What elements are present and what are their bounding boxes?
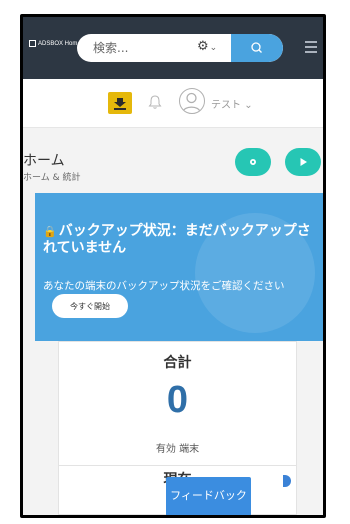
play-button[interactable] [285,148,321,176]
backup-watermark-icon [195,213,315,333]
total-devices-card: 合計 0 有効 端末 [58,341,297,466]
user-toolbar: テスト ⌄ [23,79,323,128]
search-icon [251,42,262,53]
user-menu[interactable]: テスト ⌄ [211,96,253,111]
start-now-button[interactable]: 今すぐ開始 [52,294,128,318]
backup-status-text: バックアップ状況：まだバックアップされていません [43,223,311,256]
play-icon [300,158,307,166]
gear-icon [250,159,256,165]
page-title: ホーム [23,153,65,169]
chevron-down-icon: ⌄ [209,43,218,53]
feedback-button[interactable]: フィードバック [166,477,251,515]
brand-icon [29,40,36,47]
search-input[interactable] [93,34,189,62]
search-button[interactable] [231,34,283,62]
download-button[interactable] [108,92,132,114]
top-navigation: ADSBOX Hom ⚙⌄ [23,17,323,79]
brand-logo[interactable]: ADSBOX Hom [29,40,77,47]
gear-icon: ⚙ [197,39,209,54]
user-avatar-icon[interactable] [179,88,205,114]
backup-status-heading: 🔒 バックアップ状況：まだバックアップされていません [43,223,321,257]
chevron-down-icon: ⌄ [244,100,253,111]
app-frame: ADSBOX Hom ⚙⌄ [20,14,326,518]
brand-label: ADSBOX Hom [38,41,78,48]
user-name-label: テスト [211,100,241,111]
total-value: 0 [166,379,189,421]
download-icon [114,98,126,110]
card-label: 有効 端末 [155,444,200,455]
bell-icon[interactable] [148,94,162,114]
breadcrumb: ホーム & 統計 [23,173,81,183]
hamburger-icon[interactable] [305,41,317,56]
card-title: 合計 [163,355,192,371]
search-settings-dropdown[interactable]: ⚙⌄ [197,39,217,54]
backup-status-subtext: あなたの端末のバックアップ状況をご確認ください [43,280,285,292]
settings-button[interactable] [235,148,271,176]
lock-icon: 🔒 [43,225,57,238]
search-bar: ⚙⌄ [77,34,283,62]
backup-status-panel: 🔒 バックアップ状況：まだバックアップされていません あなたの端末のバックアップ状… [35,193,323,341]
